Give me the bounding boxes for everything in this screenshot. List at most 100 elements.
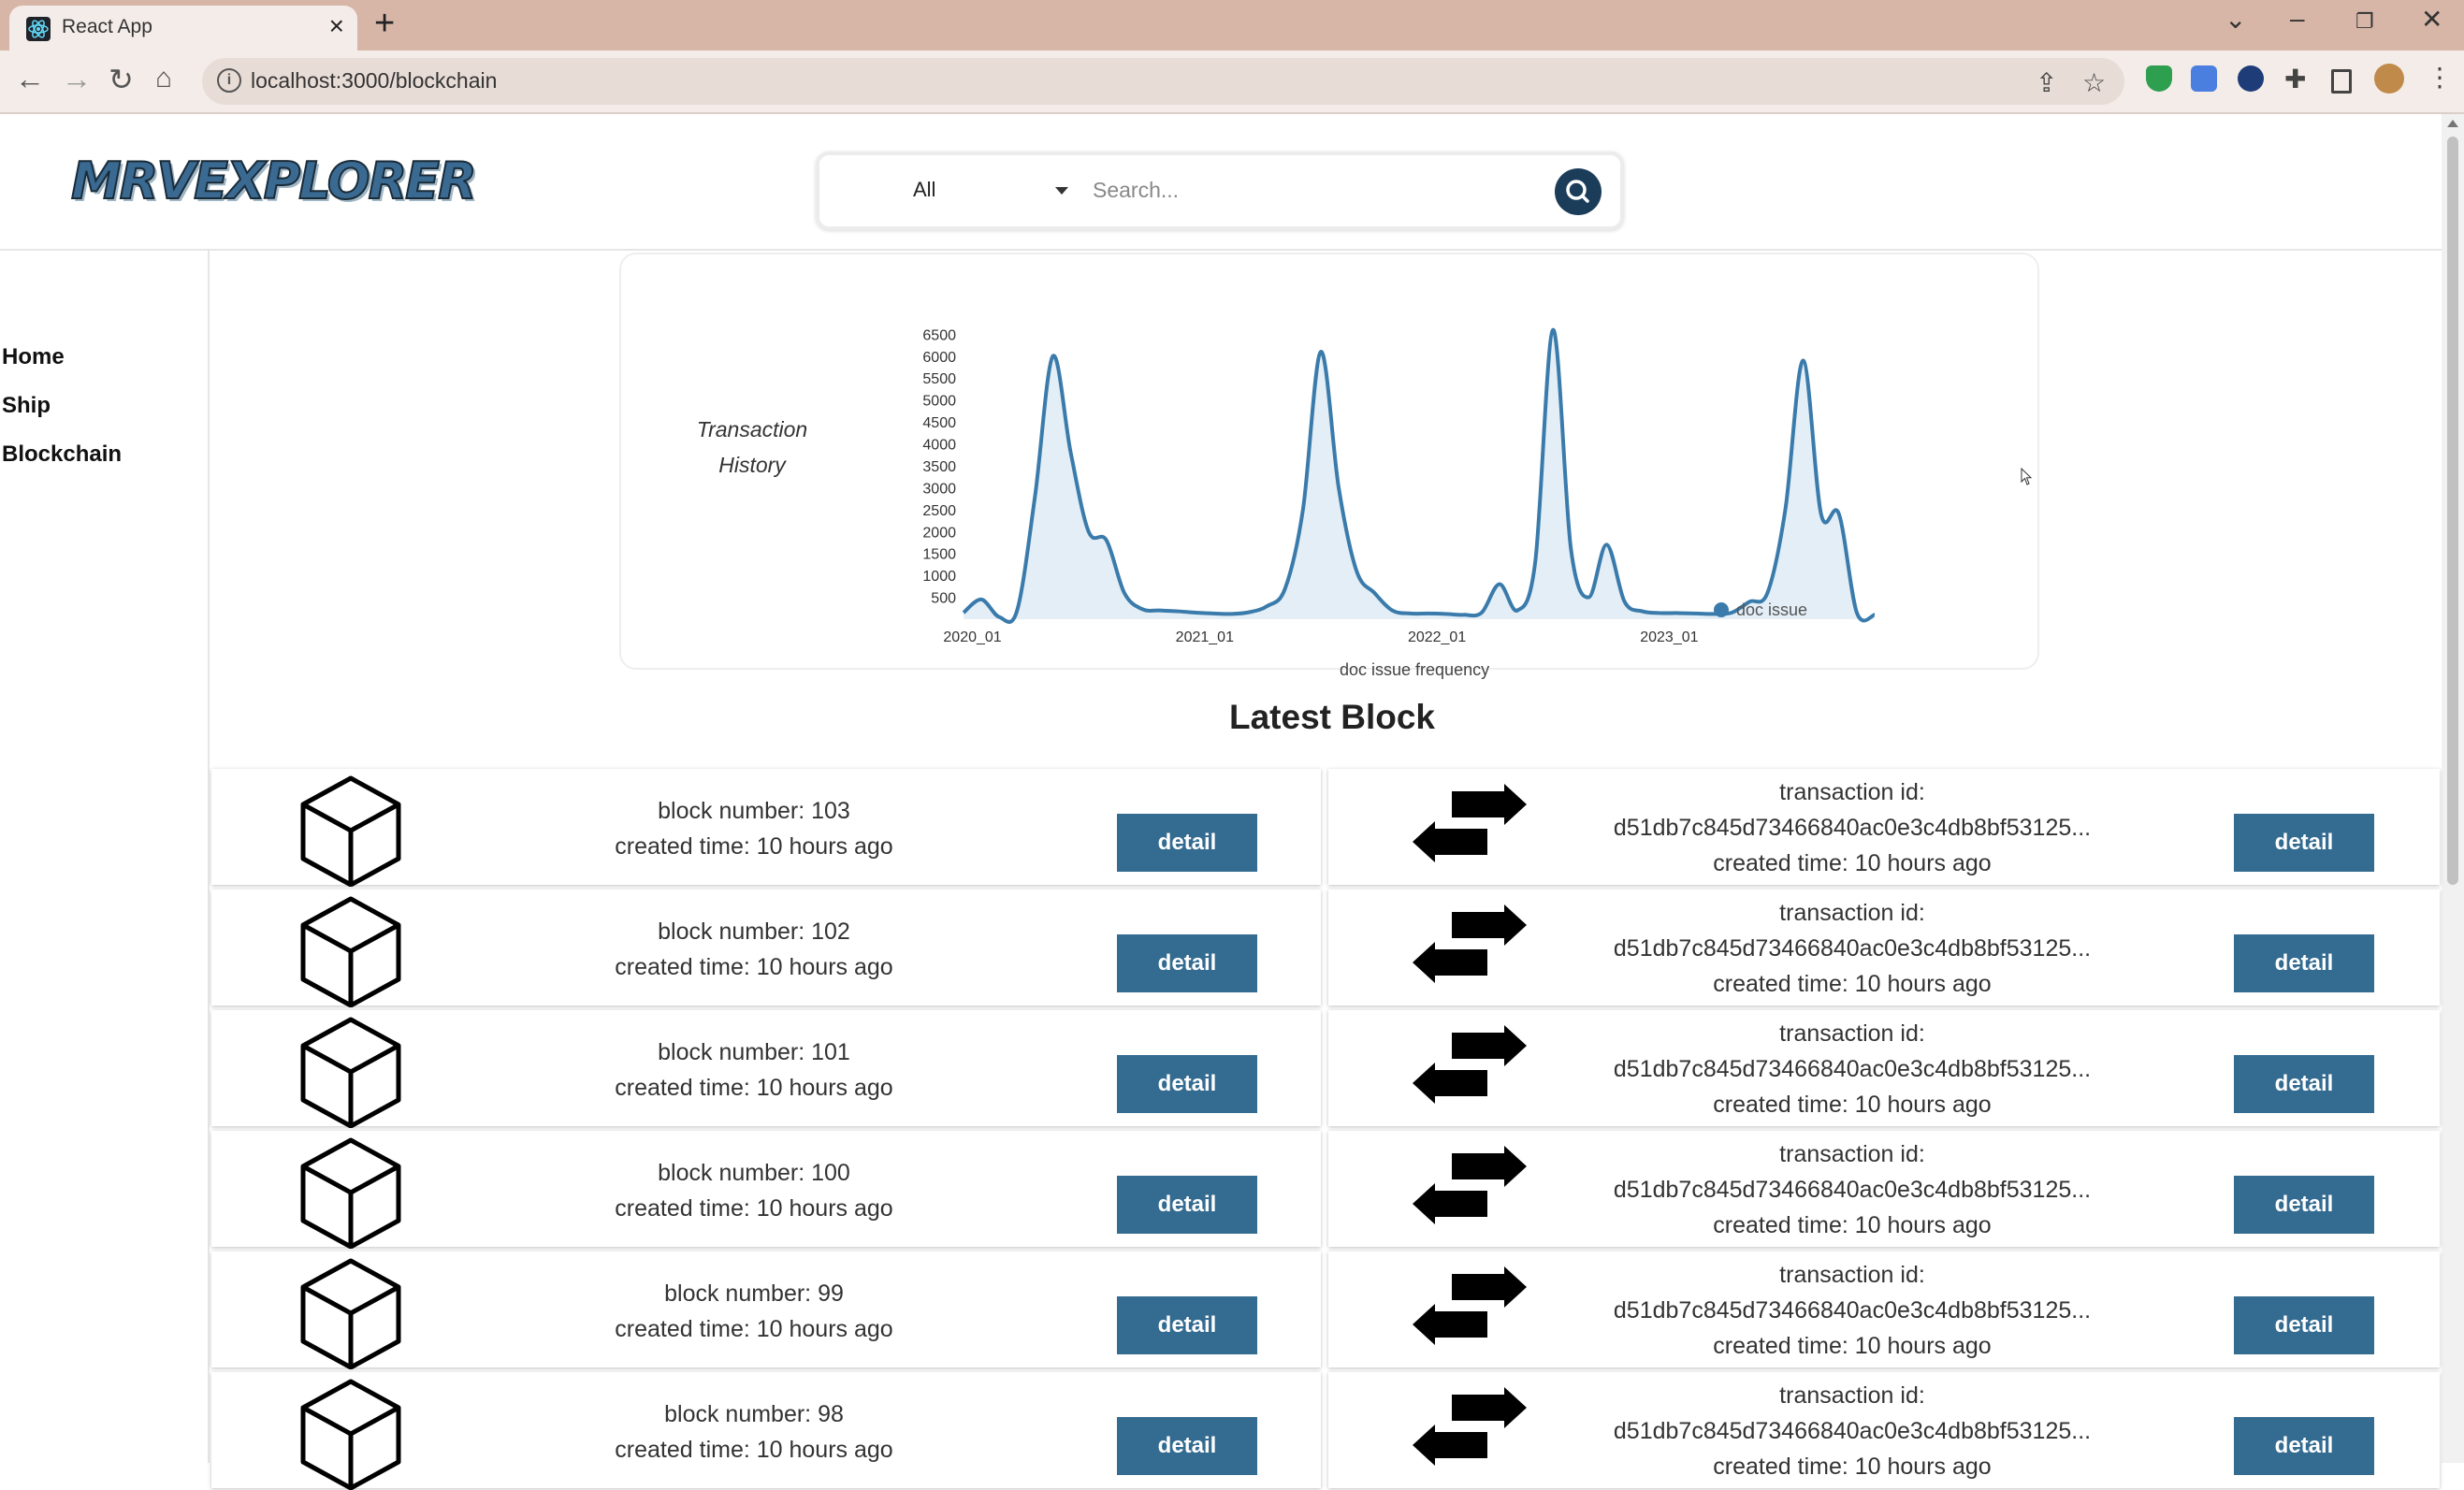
browser-tab[interactable]: React App ×: [9, 6, 357, 51]
restore-icon[interactable]: ❐: [2355, 9, 2374, 34]
block-number: block number: 102: [567, 914, 941, 949]
avatar[interactable]: [2374, 64, 2404, 94]
window-close-icon[interactable]: ✕: [2421, 4, 2442, 35]
star-icon[interactable]: ☆: [2082, 67, 2106, 98]
y-tick-label: 2500: [922, 503, 956, 519]
transaction-detail-button[interactable]: detail: [2234, 934, 2374, 992]
page-header: MRVEXPLORER All: [0, 114, 2442, 251]
block-detail-button[interactable]: detail: [1117, 1296, 1257, 1354]
cube-icon: [297, 774, 404, 887]
info-icon[interactable]: i: [217, 68, 241, 93]
transaction-detail-button[interactable]: detail: [2234, 1417, 2374, 1475]
x-tick-label: 2020_01: [943, 629, 1001, 645]
transaction-card: transaction id: d51db7c845d73466840ac0e3…: [1328, 769, 2440, 885]
search-icon: [1555, 168, 1602, 215]
puzzle-icon[interactable]: ✚: [2284, 64, 2306, 94]
block-detail-button[interactable]: detail: [1117, 1055, 1257, 1113]
share-icon[interactable]: ⇪: [2036, 67, 2057, 98]
address-bar[interactable]: i localhost:3000/blockchain ⇪ ☆: [202, 58, 2124, 105]
transaction-detail-button[interactable]: detail: [2234, 1055, 2374, 1113]
search-button[interactable]: [1555, 168, 1602, 215]
tab-title: React App: [62, 16, 152, 38]
block-created-time: created time: 10 hours ago: [567, 949, 941, 985]
chevron-down-icon[interactable]: [1055, 187, 1068, 195]
transaction-info: transaction id: d51db7c845d73466840ac0e3…: [1609, 774, 2095, 881]
y-tick-label: 6000: [922, 350, 956, 366]
transaction-detail-button[interactable]: detail: [2234, 1296, 2374, 1354]
transaction-id: d51db7c845d73466840ac0e3c4db8bf53125...: [1609, 810, 2095, 846]
block-info: block number: 102 created time: 10 hours…: [567, 914, 941, 985]
back-icon[interactable]: ←: [15, 62, 45, 96]
y-tick-label: 1000: [922, 569, 956, 585]
sidebar-item-home[interactable]: Home: [2, 344, 65, 370]
swap-arrows-icon: [1411, 904, 1529, 991]
minimize-icon[interactable]: –: [2290, 4, 2305, 34]
x-tick-label: 2021_01: [1176, 629, 1234, 645]
block-card: block number: 100 created time: 10 hours…: [211, 1131, 1321, 1247]
chart-svg: 5001000150020002500300035004000450050005…: [621, 254, 2037, 668]
block-detail-button[interactable]: detail: [1117, 934, 1257, 992]
transaction-info: transaction id: d51db7c845d73466840ac0e3…: [1609, 1257, 2095, 1364]
translate-extension-icon[interactable]: [2191, 65, 2217, 92]
block-row: block number: 98 created time: 10 hours …: [211, 1372, 2442, 1490]
transaction-info: transaction id: d51db7c845d73466840ac0e3…: [1609, 895, 2095, 1002]
scroll-thumb[interactable]: [2447, 137, 2458, 885]
block-row: block number: 99 created time: 10 hours …: [211, 1251, 2442, 1369]
transaction-card: transaction id: d51db7c845d73466840ac0e3…: [1328, 1010, 2440, 1126]
forward-icon[interactable]: →: [62, 62, 92, 96]
swap-arrows-icon: [1411, 1146, 1529, 1232]
sidebar-item-ship[interactable]: Ship: [2, 393, 51, 419]
block-card: block number: 101 created time: 10 hours…: [211, 1010, 1321, 1126]
y-tick-label: 5000: [922, 394, 956, 410]
cube-icon: [297, 1378, 404, 1490]
block-card: block number: 102 created time: 10 hours…: [211, 890, 1321, 1005]
shield-extension-icon[interactable]: [2146, 65, 2172, 92]
react-logo-icon: [26, 17, 51, 41]
y-tick-label: 2000: [922, 525, 956, 541]
transaction-card: transaction id: d51db7c845d73466840ac0e3…: [1328, 1131, 2440, 1247]
reload-icon[interactable]: ↻: [109, 62, 134, 97]
search-bar: All: [816, 152, 1624, 230]
transaction-history-chart: Transaction History 50010001500200025003…: [619, 253, 2039, 670]
url-text: localhost:3000/blockchain: [251, 68, 497, 94]
block-detail-button[interactable]: detail: [1117, 814, 1257, 872]
transaction-detail-button[interactable]: detail: [2234, 1176, 2374, 1234]
series-area: [964, 330, 1875, 622]
y-tick-label: 4000: [922, 438, 956, 454]
y-tick-label: 3500: [922, 459, 956, 475]
check-extension-icon[interactable]: [2238, 65, 2264, 92]
block-number: block number: 98: [567, 1396, 941, 1432]
transaction-created-time: created time: 10 hours ago: [1609, 1449, 2095, 1484]
menu-icon[interactable]: ⋮: [2427, 62, 2453, 93]
side-panel-icon[interactable]: [2331, 69, 2352, 94]
page-scrollbar[interactable]: [2442, 114, 2464, 1463]
y-tick-label: 5500: [922, 371, 956, 387]
sidebar-item-blockchain[interactable]: Blockchain: [2, 441, 122, 468]
transaction-detail-button[interactable]: detail: [2234, 814, 2374, 872]
chevron-down-icon[interactable]: ⌄: [2225, 4, 2246, 35]
transaction-id-label: transaction id:: [1609, 1378, 2095, 1413]
scroll-up-icon[interactable]: [2447, 120, 2458, 127]
logo[interactable]: MRVEXPLORER: [71, 152, 475, 210]
chart-caption: doc issue frequency: [1340, 660, 1489, 680]
block-row: block number: 103 created time: 10 hours…: [211, 769, 2442, 887]
block-number: block number: 100: [567, 1155, 941, 1191]
search-input[interactable]: [1091, 170, 1413, 210]
home-icon[interactable]: ⌂: [155, 63, 172, 94]
cube-icon: [297, 1136, 404, 1249]
transaction-info: transaction id: d51db7c845d73466840ac0e3…: [1609, 1016, 2095, 1122]
block-created-time: created time: 10 hours ago: [567, 829, 941, 864]
x-tick-label: 2022_01: [1408, 629, 1466, 645]
search-category-select[interactable]: All: [913, 178, 935, 202]
y-tick-label: 500: [931, 591, 956, 607]
block-row: block number: 100 created time: 10 hours…: [211, 1131, 2442, 1249]
transaction-created-time: created time: 10 hours ago: [1609, 1208, 2095, 1243]
sidebar: Home Ship Blockchain: [0, 251, 210, 1463]
block-detail-button[interactable]: detail: [1117, 1417, 1257, 1475]
block-info: block number: 103 created time: 10 hours…: [567, 793, 941, 864]
swap-arrows-icon: [1411, 1387, 1529, 1473]
block-detail-button[interactable]: detail: [1117, 1176, 1257, 1234]
close-icon[interactable]: ×: [329, 11, 344, 41]
plus-icon[interactable]: +: [374, 4, 395, 44]
transaction-id: d51db7c845d73466840ac0e3c4db8bf53125...: [1609, 1293, 2095, 1328]
